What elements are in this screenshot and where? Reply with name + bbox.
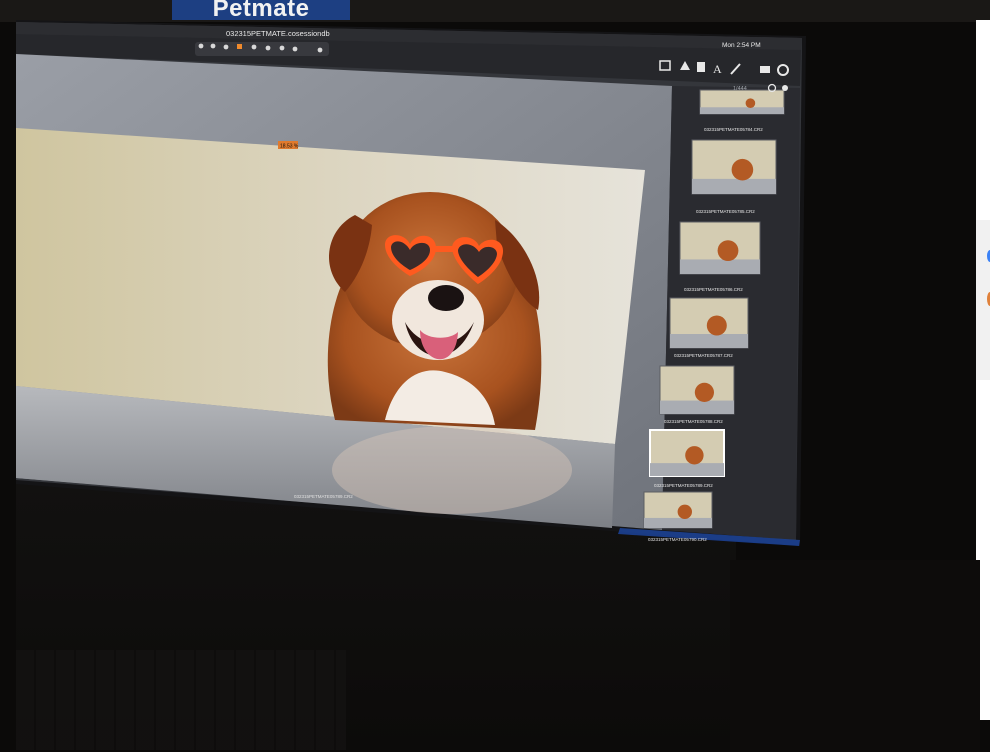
thumbnail-caption: 032315PETMATE05790.CR2 xyxy=(648,537,707,542)
zoom-icon[interactable] xyxy=(223,44,229,50)
keystone-icon[interactable] xyxy=(265,45,271,51)
crop-icon[interactable] xyxy=(237,44,242,49)
dog-nose xyxy=(428,285,464,311)
thumbnail-caption: 032315PETMATE05784.CR2 xyxy=(704,127,763,132)
viewer-caption: 032315PETMATE05789.CR2 xyxy=(294,494,353,499)
text-icon[interactable]: A xyxy=(713,62,722,76)
thumbnail-caption: 032315PETMATE05787.CR2 xyxy=(674,353,733,358)
spot-icon[interactable] xyxy=(279,45,285,51)
tool-group xyxy=(195,42,329,56)
library-icon[interactable] xyxy=(697,62,705,72)
sunglasses-bridge xyxy=(434,246,454,252)
picker-icon[interactable] xyxy=(292,46,298,52)
dog-reflection xyxy=(332,426,572,514)
thumbnail-dog xyxy=(745,98,756,108)
rotate-icon[interactable] xyxy=(251,44,257,50)
thumbnail-table xyxy=(650,463,724,476)
image-counter: 1/444 xyxy=(733,86,747,92)
thumbnail-dog xyxy=(694,382,715,402)
thumbnail-table xyxy=(680,259,760,274)
thumbnail-caption: 032315PETMATE05785.CR2 xyxy=(696,209,755,214)
user-icon[interactable] xyxy=(782,85,788,91)
cursor-icon[interactable] xyxy=(198,43,204,49)
thumbnail-table xyxy=(644,517,712,528)
thumbnail-dog xyxy=(677,504,692,519)
hand-icon[interactable] xyxy=(210,43,216,49)
thumbnail-table xyxy=(660,400,734,414)
photo-scene: Petmate 032315PETMATE05784.CR2 032315PET… xyxy=(0,0,990,752)
thumbnail-table xyxy=(670,334,748,348)
eyedropper-icon[interactable] xyxy=(317,47,323,53)
window-title: 032315PETMATE.cosessiondb xyxy=(226,29,330,38)
thumbnail-caption: 032315PETMATE05789.CR2 xyxy=(654,483,713,488)
monitor-screen: 032315PETMATE05784.CR2 032315PETMATE05785… xyxy=(16,20,806,546)
zoom-badge-text: 18.53 % xyxy=(280,144,299,150)
thumbnail-table xyxy=(700,107,784,114)
left-toolbar-icons xyxy=(195,42,329,56)
thumbnail-dog xyxy=(731,158,754,181)
thumbnail-caption: 032315PETMATE05786.CR2 xyxy=(684,287,743,292)
thumbnail-dog xyxy=(717,240,739,261)
thumbnail-table xyxy=(692,178,776,194)
thumbnail-caption: 032315PETMATE05788.CR2 xyxy=(664,419,723,424)
thumbnail-dog xyxy=(685,446,704,465)
thumbnail-dog xyxy=(706,315,727,336)
print-icon[interactable] xyxy=(760,66,770,73)
menubar-clock: Mon 2:54 PM xyxy=(722,42,761,49)
